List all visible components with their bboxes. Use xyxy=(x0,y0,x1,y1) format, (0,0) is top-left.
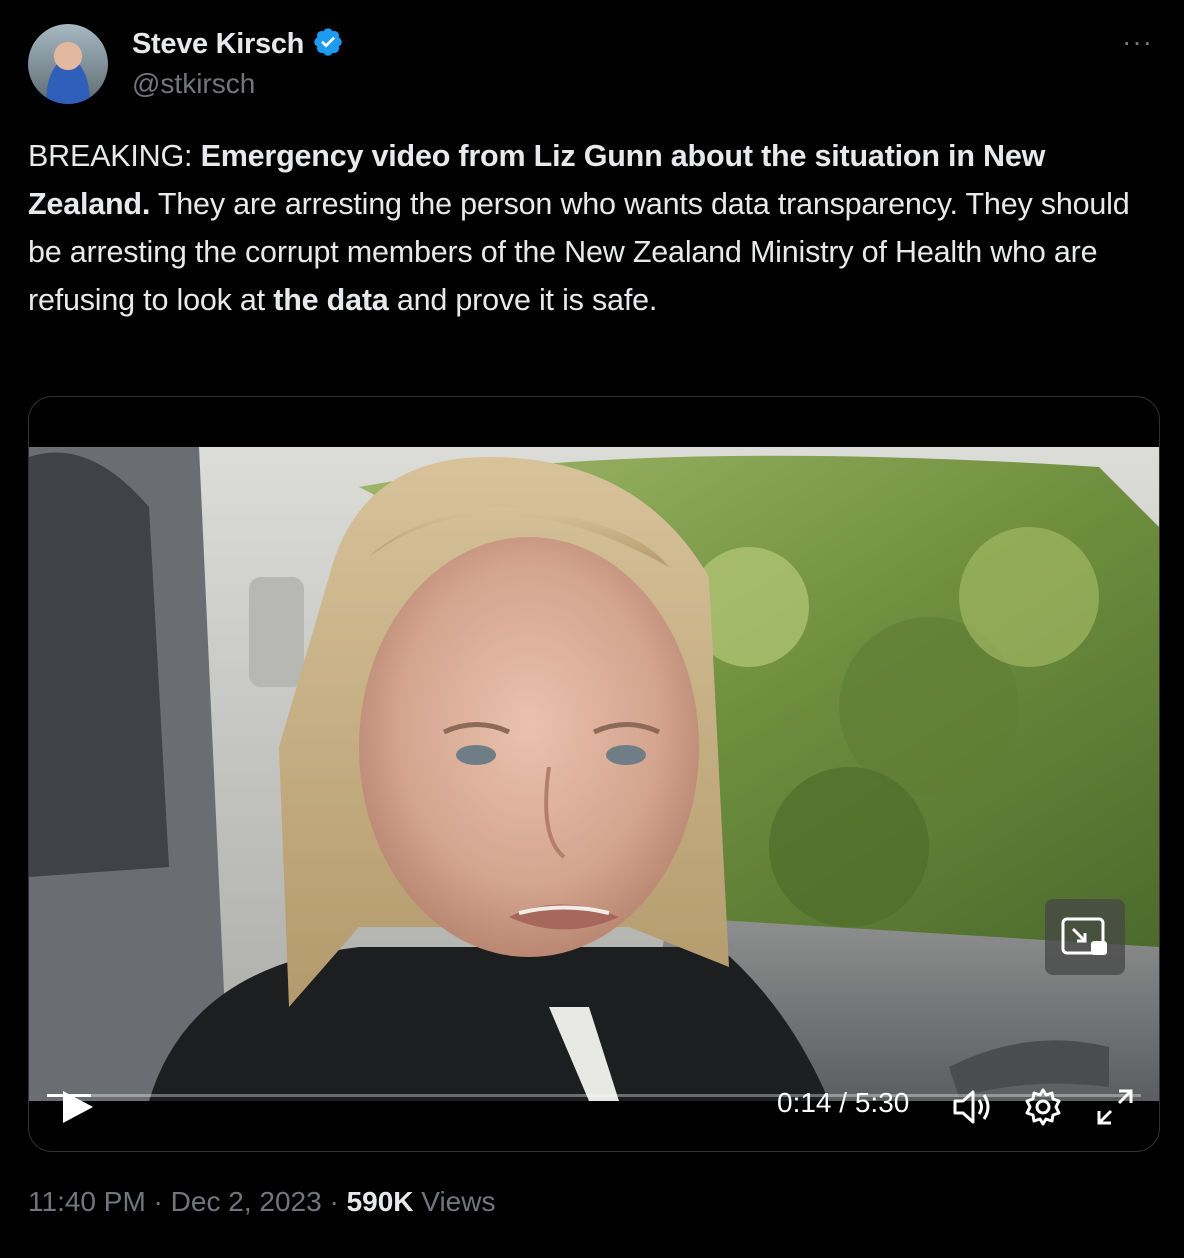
video-player[interactable]: 0:14 / 5:30 xyxy=(28,396,1160,1152)
author-display-name[interactable]: Steve Kirsch xyxy=(132,28,304,61)
video-duration: 5:30 xyxy=(854,1087,910,1118)
meta-separator: · xyxy=(145,1186,171,1217)
more-options-icon[interactable]: ··· xyxy=(1122,26,1153,58)
picture-in-picture-button[interactable] xyxy=(1045,899,1125,975)
tweet-time[interactable]: 11:40 PM xyxy=(28,1186,146,1217)
play-button[interactable] xyxy=(57,1087,97,1127)
tweet-text-segment: and prove it is safe. xyxy=(388,283,658,317)
views-count: 590K xyxy=(346,1186,414,1217)
tweet-text-bold-segment: the data xyxy=(273,283,389,317)
video-still-image xyxy=(29,447,1159,1101)
video-frame[interactable] xyxy=(29,447,1159,1101)
tweet-date[interactable]: Dec 2, 2023 xyxy=(171,1186,322,1217)
meta-separator: · xyxy=(321,1186,347,1217)
fullscreen-icon xyxy=(1097,1089,1133,1125)
avatar[interactable] xyxy=(28,24,108,104)
video-current-time: 0:14 xyxy=(777,1087,832,1118)
verified-badge-icon[interactable] xyxy=(312,26,344,63)
settings-gear-icon xyxy=(1025,1088,1061,1126)
volume-icon xyxy=(953,1090,990,1124)
volume-button[interactable] xyxy=(949,1085,993,1129)
fullscreen-button[interactable] xyxy=(1093,1085,1137,1129)
author-name-row: Steve Kirsch xyxy=(132,26,344,63)
video-time-display: 0:14 / 5:30 xyxy=(777,1087,909,1119)
picture-in-picture-icon xyxy=(1061,917,1107,955)
play-icon xyxy=(63,1091,93,1123)
video-time-separator: / xyxy=(831,1087,855,1118)
settings-button[interactable] xyxy=(1021,1085,1065,1129)
tweet-meta: 11:40 PM · Dec 2, 2023 · 590K Views xyxy=(28,1186,495,1218)
tweet-text: BREAKING: Emergency video from Liz Gunn … xyxy=(28,132,1158,324)
author-handle[interactable]: @stkirsch xyxy=(132,68,255,100)
tweet-text-segment: BREAKING: xyxy=(28,139,201,173)
views-label: Views xyxy=(413,1186,496,1217)
